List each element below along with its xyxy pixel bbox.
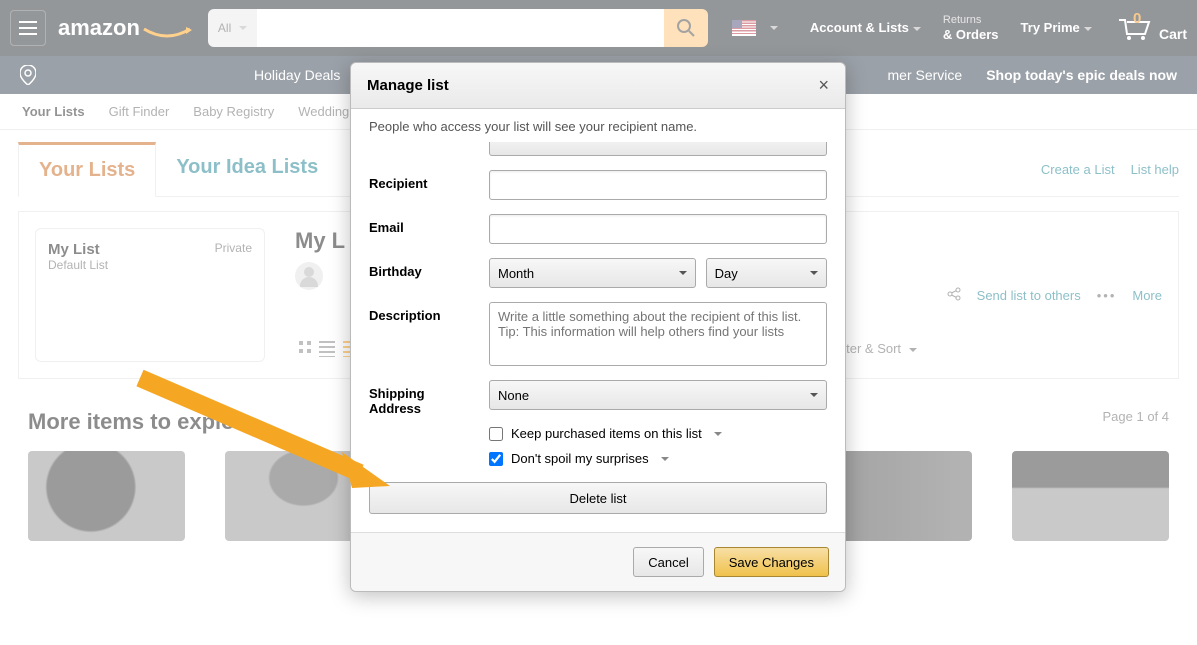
modal-subtitle: People who access your list will see you… <box>351 109 845 134</box>
description-label: Description <box>369 302 479 323</box>
close-icon[interactable]: × <box>818 75 829 96</box>
recipient-input[interactable] <box>489 170 827 200</box>
email-label: Email <box>369 214 479 235</box>
cancel-button[interactable]: Cancel <box>633 547 703 577</box>
chevron-down-icon <box>661 457 669 461</box>
modal-header: Manage list × <box>351 63 845 109</box>
delete-list-button[interactable]: Delete list <box>369 482 827 514</box>
month-select[interactable]: Month <box>489 258 696 288</box>
keep-purchased-checkbox[interactable]: Keep purchased items on this list <box>489 426 827 441</box>
birthday-label: Birthday <box>369 258 479 279</box>
day-select[interactable]: Day <box>706 258 827 288</box>
modal-title: Manage list <box>367 77 449 94</box>
recipient-label: Recipient <box>369 170 479 191</box>
shipping-label: Shipping Address <box>369 380 479 416</box>
checkbox-input[interactable] <box>489 452 503 466</box>
modal-footer: Cancel Save Changes <box>351 532 845 591</box>
dont-spoil-checkbox[interactable]: Don't spoil my surprises <box>489 451 827 466</box>
save-changes-button[interactable]: Save Changes <box>714 547 829 577</box>
shipping-select[interactable]: None <box>489 380 827 410</box>
manage-list-modal: Manage list × People who access your lis… <box>350 62 846 592</box>
checkbox-input[interactable] <box>489 427 503 441</box>
truncated-field <box>489 142 827 156</box>
description-input[interactable] <box>489 302 827 366</box>
modal-body: Recipient Email Birthday Month Day Descr… <box>351 134 845 532</box>
chevron-down-icon <box>714 432 722 436</box>
email-input[interactable] <box>489 214 827 244</box>
